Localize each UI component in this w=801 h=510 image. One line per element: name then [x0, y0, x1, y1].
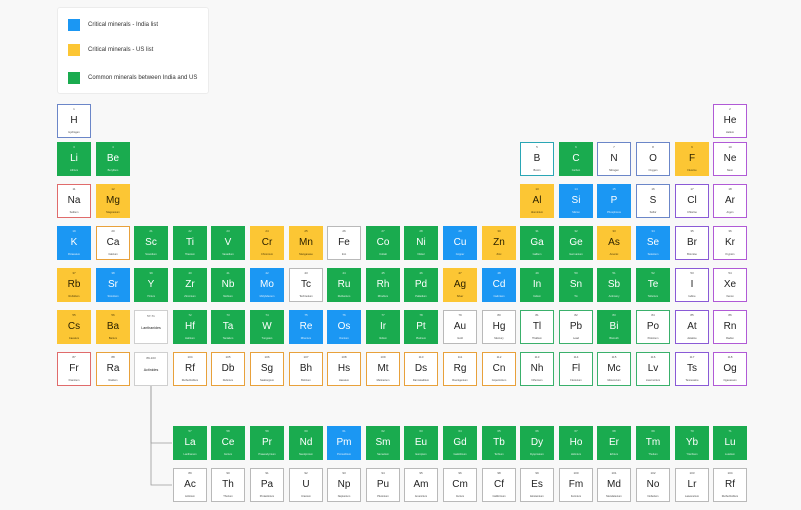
series-connector-lines [150, 386, 172, 486]
periodic-table-figure: Critical minerals - India list Critical … [0, 0, 801, 510]
lanthanide-connector [150, 386, 172, 444]
actinide-connector [150, 386, 172, 486]
